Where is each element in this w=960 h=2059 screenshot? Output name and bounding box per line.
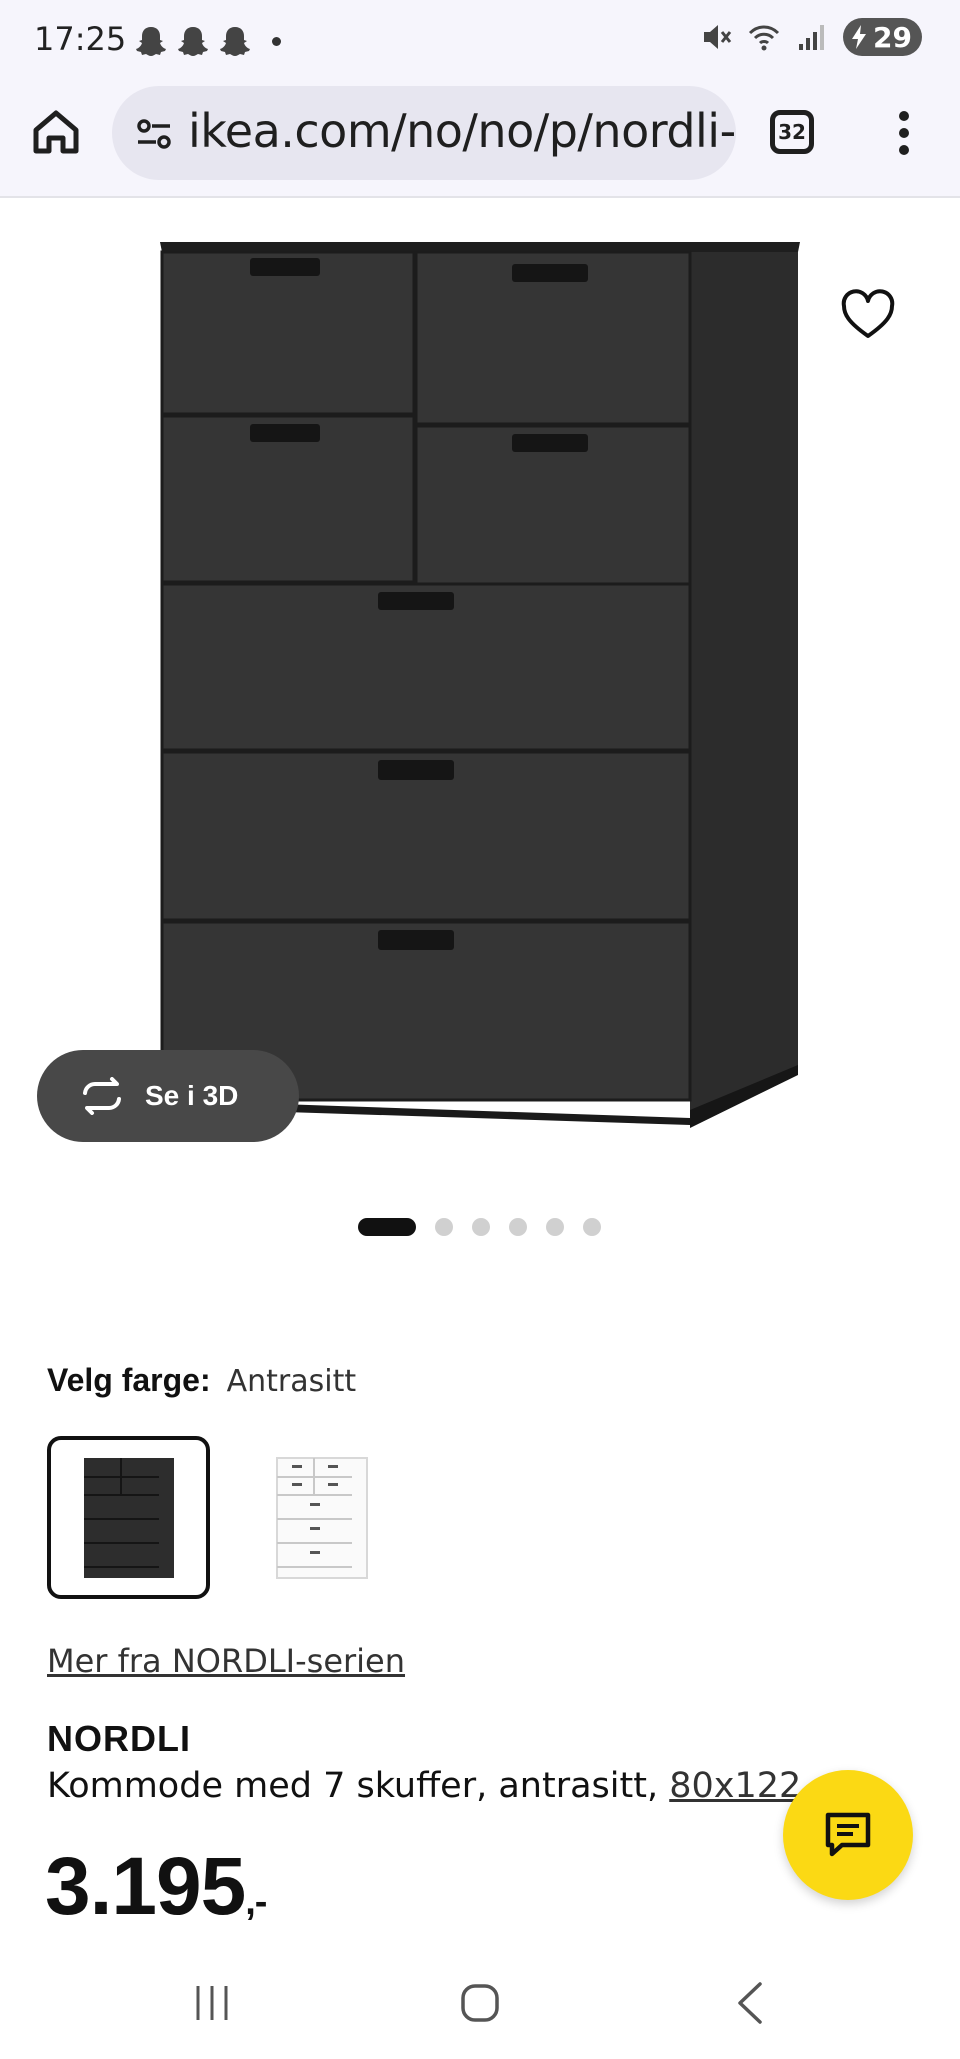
color-selector-heading: Velg farge: Antrasitt bbox=[47, 1362, 356, 1399]
swatch-anthracite[interactable] bbox=[47, 1436, 210, 1599]
product-price: 3.195,- bbox=[45, 1840, 267, 1934]
swatch-white[interactable] bbox=[240, 1436, 403, 1599]
snapchat-icon bbox=[178, 27, 208, 56]
system-navigation-bar bbox=[0, 1950, 960, 2059]
snapchat-icon bbox=[220, 27, 250, 56]
chat-button[interactable] bbox=[783, 1770, 913, 1900]
tab-switcher-button[interactable]: 32 bbox=[770, 110, 814, 154]
price-suffix: ,- bbox=[245, 1881, 267, 1923]
view-3d-label: Se i 3D bbox=[145, 1080, 239, 1111]
rotate-3d-icon bbox=[83, 1077, 121, 1115]
gallery-dot[interactable] bbox=[546, 1218, 564, 1236]
site-settings-icon[interactable] bbox=[134, 114, 174, 154]
description-text: Kommode med 7 skuffer, antrasitt, bbox=[47, 1766, 659, 1806]
dresser-thumbnail bbox=[83, 1457, 174, 1578]
browser-toolbar: ikea.com/no/no/p/nordli-l 32 bbox=[0, 80, 960, 198]
recent-apps-icon[interactable] bbox=[190, 1980, 234, 2026]
color-label: Velg farge: bbox=[47, 1362, 211, 1398]
gallery-dot[interactable] bbox=[472, 1218, 490, 1236]
view-3d-button[interactable]: Se i 3D bbox=[37, 1050, 299, 1142]
battery-level: 29 bbox=[873, 20, 912, 54]
product-gallery[interactable]: Se i 3D bbox=[0, 200, 960, 1280]
signal-icon bbox=[799, 25, 825, 50]
url-text[interactable]: ikea.com/no/no/p/nordli-l bbox=[188, 104, 736, 158]
status-bar: 17:25 29 bbox=[0, 0, 960, 80]
chat-icon bbox=[825, 1812, 871, 1857]
product-image[interactable] bbox=[150, 230, 810, 1160]
dresser-thumbnail bbox=[275, 1456, 368, 1579]
selected-color: Antrasitt bbox=[226, 1364, 357, 1399]
gallery-dot[interactable] bbox=[509, 1218, 527, 1236]
heart-icon[interactable] bbox=[838, 286, 898, 346]
product-description: Kommode med 7 skuffer, antrasitt, 80x122… bbox=[47, 1766, 866, 1806]
price-value: 3.195 bbox=[45, 1841, 246, 1932]
gallery-dot[interactable] bbox=[583, 1218, 601, 1236]
more-options-icon[interactable] bbox=[886, 108, 922, 158]
more-notifications-dot bbox=[272, 36, 281, 46]
mute-icon bbox=[704, 25, 732, 49]
series-link[interactable]: Mer fra NORDLI-serien bbox=[47, 1642, 405, 1680]
product-name: NORDLI bbox=[47, 1718, 191, 1759]
address-bar[interactable]: ikea.com/no/no/p/nordli-l bbox=[112, 86, 736, 180]
status-time: 17:25 bbox=[34, 20, 127, 58]
home-icon[interactable] bbox=[30, 106, 82, 158]
home-nav-icon[interactable] bbox=[458, 1980, 502, 2026]
charging-icon bbox=[852, 25, 867, 49]
color-swatches bbox=[47, 1436, 403, 1599]
tab-count: 32 bbox=[778, 120, 806, 144]
snapchat-icon bbox=[136, 27, 166, 56]
gallery-dot[interactable] bbox=[358, 1218, 416, 1236]
back-icon[interactable] bbox=[730, 1978, 770, 2028]
battery-indicator: 29 bbox=[843, 18, 922, 56]
gallery-pagination[interactable] bbox=[358, 1218, 601, 1236]
wifi-icon bbox=[748, 25, 780, 51]
notification-icons bbox=[134, 24, 281, 58]
gallery-dot[interactable] bbox=[435, 1218, 453, 1236]
